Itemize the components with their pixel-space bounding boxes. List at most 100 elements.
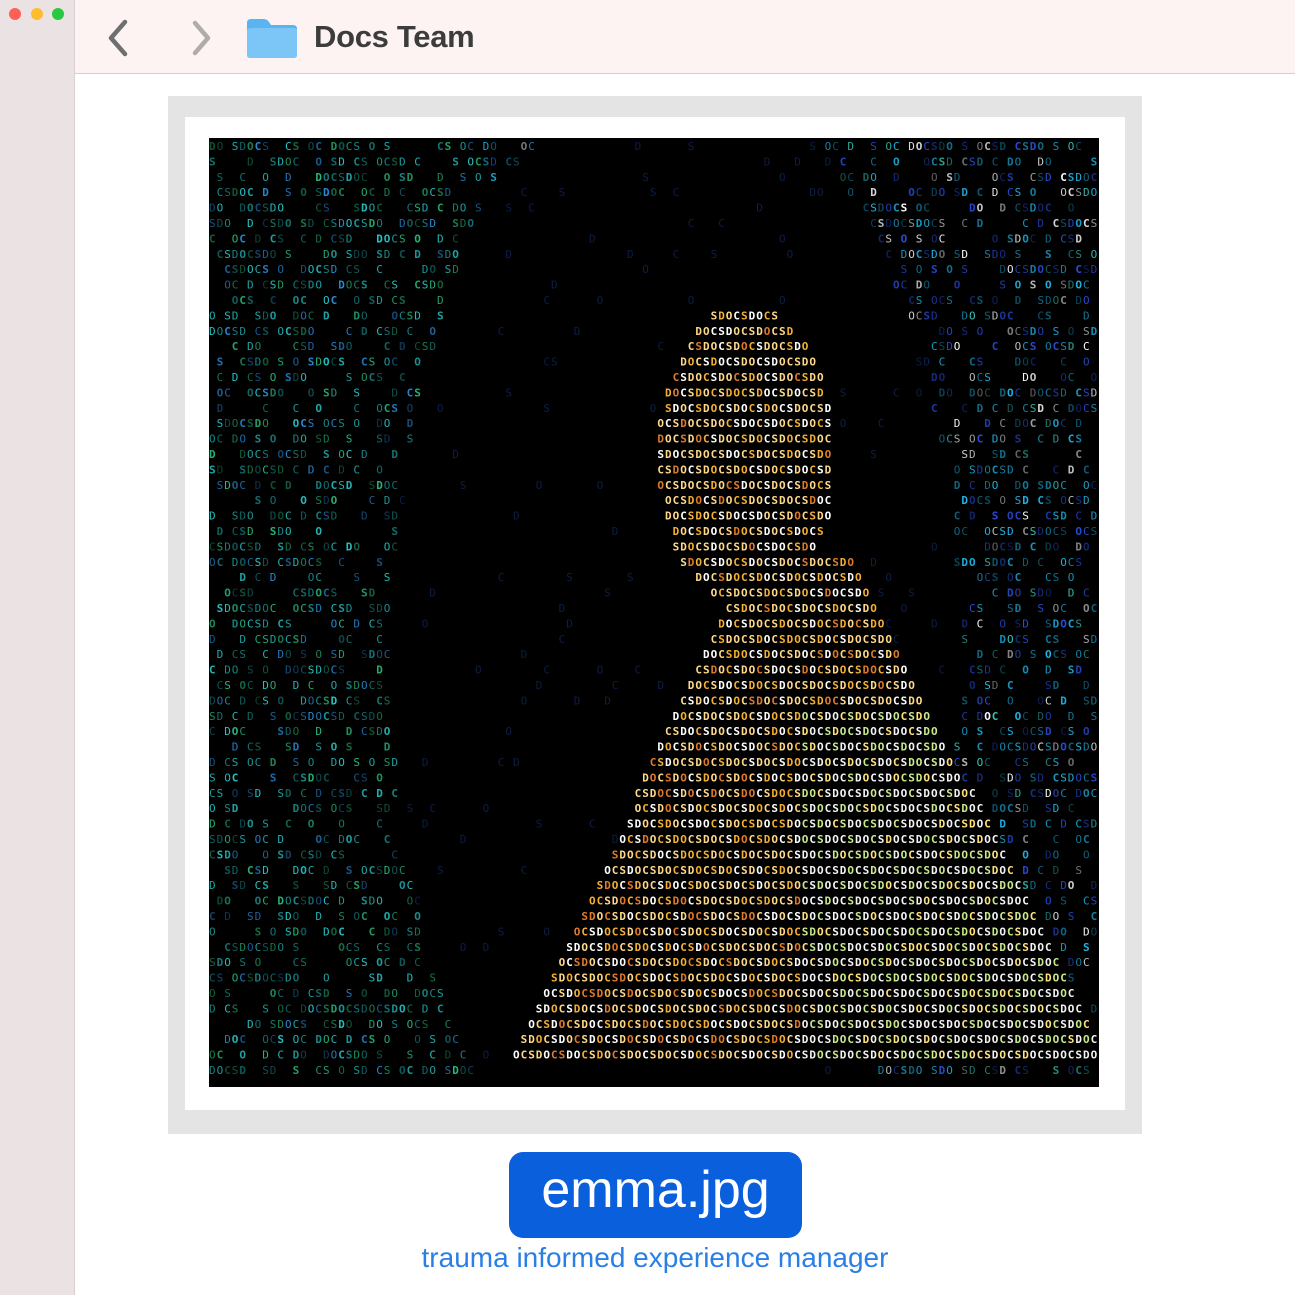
ascii-glyph: S xyxy=(642,171,649,184)
ascii-glyph: C xyxy=(429,1049,436,1062)
ascii-glyph: O xyxy=(908,987,915,1000)
ascii-glyph: D xyxy=(756,386,763,399)
ascii-glyph: D xyxy=(733,463,740,476)
ascii-glyph: O xyxy=(262,972,269,985)
zoom-window-button[interactable] xyxy=(52,8,64,20)
ascii-glyph: S xyxy=(809,140,816,153)
ascii-glyph: O xyxy=(376,710,383,723)
ascii-glyph: S xyxy=(627,879,634,892)
ascii-glyph: C xyxy=(1083,217,1090,230)
ascii-glyph: D xyxy=(726,510,733,523)
ascii-glyph: D xyxy=(809,433,816,446)
ascii-glyph: O xyxy=(779,356,786,369)
ascii-glyph: O xyxy=(908,864,915,877)
ascii-glyph: S xyxy=(1060,340,1067,353)
ascii-glyph: D xyxy=(908,879,915,892)
ascii-glyph: O xyxy=(984,895,991,908)
ascii-glyph: O xyxy=(825,1002,832,1015)
ascii-glyph: C xyxy=(977,1049,984,1062)
ascii-glyph: O xyxy=(893,956,900,969)
ascii-glyph: D xyxy=(1030,325,1037,338)
ascii-portrait-image[interactable]: DOSDOCSCSOCDOCSOSCSOCDOOCDSSOCDSOCDOCSDO… xyxy=(209,138,1099,1087)
ascii-glyph: S xyxy=(901,694,908,707)
ascii-glyph: D xyxy=(1037,771,1044,784)
ascii-glyph: S xyxy=(551,972,558,985)
ascii-glyph: S xyxy=(657,818,664,831)
ascii-glyph: D xyxy=(1068,340,1075,353)
ascii-glyph: D xyxy=(1060,694,1067,707)
ascii-glyph: S xyxy=(733,972,740,985)
ascii-glyph: S xyxy=(1037,787,1044,800)
ascii-glyph: S xyxy=(764,787,771,800)
ascii-glyph: S xyxy=(688,386,695,399)
ascii-glyph: D xyxy=(665,818,672,831)
ascii-glyph: D xyxy=(855,587,862,600)
ascii-glyph: D xyxy=(346,171,353,184)
ascii-glyph: S xyxy=(1060,217,1067,230)
ascii-glyph: O xyxy=(825,510,832,523)
ascii-glyph: O xyxy=(878,617,885,630)
ascii-glyph: O xyxy=(787,248,794,261)
ascii-glyph: O xyxy=(232,602,239,615)
ascii-glyph: S xyxy=(885,972,892,985)
back-button[interactable] xyxy=(97,18,137,58)
ascii-glyph: C xyxy=(255,202,262,215)
ascii-glyph: C xyxy=(893,1064,900,1077)
ascii-glyph: C xyxy=(954,818,961,831)
ascii-glyph: C xyxy=(733,987,740,1000)
ascii-glyph: C xyxy=(665,479,672,492)
ascii-glyph: S xyxy=(391,279,398,292)
ascii-glyph: S xyxy=(353,1002,360,1015)
ascii-glyph: C xyxy=(566,1018,573,1031)
ascii-glyph: S xyxy=(901,1002,908,1015)
ascii-glyph: C xyxy=(574,1033,581,1046)
close-window-button[interactable] xyxy=(9,8,21,20)
ascii-glyph: O xyxy=(376,1018,383,1031)
ascii-glyph: S xyxy=(878,956,885,969)
ascii-glyph: S xyxy=(1068,664,1075,677)
ascii-glyph: S xyxy=(961,694,968,707)
ascii-glyph: C xyxy=(954,510,961,523)
ascii-glyph: S xyxy=(711,1049,718,1062)
ascii-glyph: O xyxy=(939,186,946,199)
ascii-glyph: O xyxy=(688,540,695,553)
ascii-glyph: O xyxy=(1045,895,1052,908)
ascii-glyph: D xyxy=(825,1018,832,1031)
forward-button[interactable] xyxy=(182,18,222,58)
ascii-glyph: O xyxy=(764,633,771,646)
ascii-glyph: S xyxy=(863,679,870,692)
ascii-glyph: S xyxy=(779,386,786,399)
ascii-glyph: D xyxy=(1037,155,1044,168)
ascii-glyph: O xyxy=(293,356,300,369)
ascii-glyph: S xyxy=(657,941,664,954)
minimize-window-button[interactable] xyxy=(31,8,43,20)
ascii-glyph: C xyxy=(695,356,702,369)
ascii-glyph: C xyxy=(673,494,680,507)
ascii-glyph: D xyxy=(1053,1049,1060,1062)
ascii-glyph: O xyxy=(627,972,634,985)
filename-label[interactable]: emma.jpg xyxy=(509,1152,802,1238)
ascii-glyph: C xyxy=(733,309,740,322)
ascii-glyph: O xyxy=(353,294,360,307)
ascii-glyph: O xyxy=(946,818,953,831)
ascii-glyph: C xyxy=(931,771,938,784)
ascii-glyph: D xyxy=(931,617,938,630)
ascii-glyph: D xyxy=(916,833,923,846)
ascii-glyph: S xyxy=(961,1064,968,1077)
ascii-glyph: D xyxy=(885,648,892,661)
ascii-glyph: O xyxy=(863,833,870,846)
ascii-glyph: C xyxy=(300,664,307,677)
ascii-glyph: C xyxy=(627,895,634,908)
ascii-glyph: D xyxy=(733,710,740,723)
ascii-glyph: S xyxy=(1083,694,1090,707)
ascii-glyph: O xyxy=(794,510,801,523)
ascii-glyph: C xyxy=(277,556,284,569)
ascii-glyph: C xyxy=(1091,602,1098,615)
ascii-glyph: S xyxy=(536,818,543,831)
ascii-glyph: O xyxy=(1053,910,1060,923)
ascii-glyph: S xyxy=(338,848,345,861)
ascii-glyph: D xyxy=(657,433,664,446)
ascii-glyph: S xyxy=(635,1018,642,1031)
ascii-glyph: D xyxy=(452,202,459,215)
ascii-glyph: S xyxy=(308,540,315,553)
